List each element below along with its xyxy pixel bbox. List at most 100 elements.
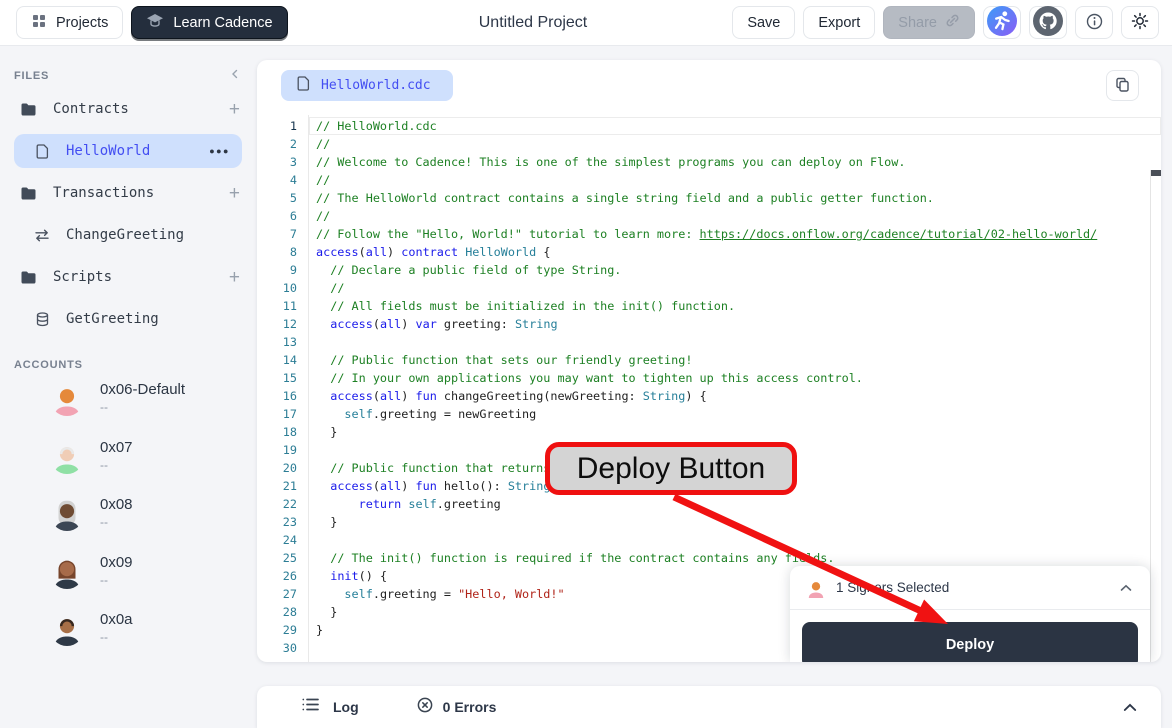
folder-transactions[interactable]: Transactions + <box>0 176 256 210</box>
code-line: 1// HelloWorld.cdc <box>257 117 1161 135</box>
document-icon <box>297 76 310 96</box>
account-0x09[interactable]: 0x09-- <box>0 554 256 612</box>
github-button[interactable] <box>1029 6 1067 39</box>
code-line: 17 self.greeting = newGreeting <box>257 405 1161 423</box>
document-icon <box>34 144 50 159</box>
share-button[interactable]: Share <box>883 6 975 39</box>
account-address: 0x07 <box>100 439 133 456</box>
github-icon <box>1033 6 1063 39</box>
add-file-button[interactable]: + <box>229 100 240 119</box>
account-balance: -- <box>100 630 133 644</box>
line-number: 6 <box>257 209 297 223</box>
deploy-button-label: Deploy <box>946 637 994 653</box>
link-icon <box>945 13 960 32</box>
database-icon <box>34 312 50 327</box>
account-0x06-default[interactable]: 0x06-Default-- <box>0 381 256 439</box>
line-number: 15 <box>257 371 297 385</box>
line-number: 13 <box>257 335 297 349</box>
avatar <box>50 555 84 589</box>
account-0x07[interactable]: 0x07 -- <box>0 439 256 497</box>
chevron-up-icon[interactable] <box>1120 579 1132 597</box>
log-panel[interactable]: Log 0 Errors <box>257 686 1161 728</box>
code-line: 22 return self.greeting <box>257 495 1161 513</box>
account-balance: -- <box>100 400 185 414</box>
avatar <box>50 382 84 416</box>
scrollbar-thumb[interactable] <box>1151 170 1161 176</box>
info-button[interactable] <box>1075 6 1113 39</box>
errors-count-label: 0 Errors <box>443 699 497 715</box>
save-label: Save <box>747 15 780 31</box>
code-line: 13 <box>257 333 1161 351</box>
topbar: Projects Learn Cadence Untitled Project … <box>0 0 1172 46</box>
sun-icon <box>1131 12 1149 33</box>
line-number: 19 <box>257 443 297 457</box>
learn-cadence-button[interactable]: Learn Cadence <box>131 6 287 39</box>
code-line: 7// Follow the "Hello, World!" tutorial … <box>257 225 1161 243</box>
code-line: 4// <box>257 171 1161 189</box>
list-icon <box>302 697 319 717</box>
code-line: 16 access(all) fun changeGreeting(newGre… <box>257 387 1161 405</box>
folder-label: Scripts <box>53 269 112 285</box>
log-expand-chevron-icon[interactable] <box>1123 703 1137 712</box>
add-file-button[interactable]: + <box>229 268 240 287</box>
line-number: 17 <box>257 407 297 421</box>
line-number: 7 <box>257 227 297 241</box>
line-number: 9 <box>257 263 297 277</box>
export-button[interactable]: Export <box>803 6 875 39</box>
account-balance: -- <box>100 458 133 472</box>
theme-toggle-button[interactable] <box>1121 6 1159 39</box>
save-button[interactable]: Save <box>732 6 795 39</box>
copy-code-button[interactable] <box>1106 70 1139 101</box>
scrollbar-track <box>1150 170 1151 662</box>
tab-helloworld-cdc[interactable]: HelloWorld.cdc <box>281 70 453 101</box>
tab-label: HelloWorld.cdc <box>321 78 431 93</box>
runner-icon <box>987 6 1017 39</box>
line-number: 11 <box>257 299 297 313</box>
line-number: 30 <box>257 641 297 655</box>
code-line: 14 // Public function that sets our frie… <box>257 351 1161 369</box>
line-number: 27 <box>257 587 297 601</box>
page-title: Untitled Project <box>479 14 588 32</box>
signers-header[interactable]: 1 Signers Selected <box>790 566 1150 610</box>
deploy-button[interactable]: Deploy <box>802 622 1138 662</box>
folder-label: Transactions <box>53 185 154 201</box>
collapse-sidebar-icon[interactable] <box>230 69 240 82</box>
files-header: FILES <box>14 69 240 82</box>
accounts-list: 0x06-Default--0x07--0x08--0x09--0x0a-- <box>0 381 256 669</box>
file-item-helloworld[interactable]: HelloWorld●●● <box>14 134 242 168</box>
export-label: Export <box>818 15 860 31</box>
signers-label: 1 Signers Selected <box>836 580 1110 595</box>
account-0x08[interactable]: 0x08-- <box>0 496 256 554</box>
grid-icon <box>31 13 47 33</box>
account-address: 0x0a <box>100 611 133 628</box>
line-number: 12 <box>257 317 297 331</box>
folder-scripts[interactable]: Scripts + <box>0 260 256 294</box>
add-file-button[interactable]: + <box>229 184 240 203</box>
file-label: ChangeGreeting <box>66 227 184 243</box>
code-line: 10 // <box>257 279 1161 297</box>
folder-contracts[interactable]: Contracts+ <box>0 92 256 126</box>
file-menu-button[interactable]: ●●● <box>209 146 230 156</box>
deploy-annotation-label: Deploy Button <box>577 452 765 486</box>
account-balance: -- <box>100 515 133 529</box>
line-number: 29 <box>257 623 297 637</box>
file-item-changegreeting[interactable]: ChangeGreeting <box>0 218 256 252</box>
line-number: 22 <box>257 497 297 511</box>
line-number: 2 <box>257 137 297 151</box>
line-number: 1 <box>257 119 297 133</box>
line-number: 24 <box>257 533 297 547</box>
files-header-label: FILES <box>14 70 49 82</box>
line-number: 20 <box>257 461 297 475</box>
projects-button[interactable]: Projects <box>16 6 123 39</box>
code-line: 8access(all) contract HelloWorld { <box>257 243 1161 261</box>
file-item-getgreeting[interactable]: GetGreeting <box>0 302 256 336</box>
projects-label: Projects <box>56 15 108 31</box>
folder-icon <box>20 270 37 285</box>
line-number: 14 <box>257 353 297 367</box>
account-0x0a[interactable]: 0x0a -- <box>0 611 256 669</box>
line-number: 26 <box>257 569 297 583</box>
line-number: 23 <box>257 515 297 529</box>
code-line: 5// The HelloWorld contract contains a s… <box>257 189 1161 207</box>
flow-community-button[interactable] <box>983 6 1021 39</box>
account-balance: -- <box>100 573 133 587</box>
